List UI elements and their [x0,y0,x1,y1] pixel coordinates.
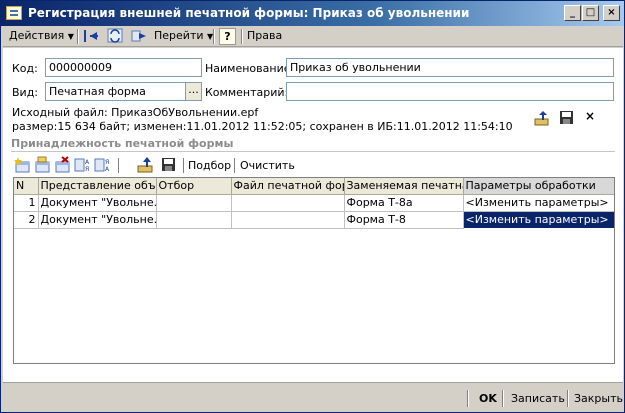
name-label: Наименование: [205,62,295,75]
sort-descending-icon[interactable]: Я A [94,156,112,174]
comment-label: Комментарий: [205,86,289,99]
toolbar-separator [213,29,215,44]
code-value: 000000009 [49,61,112,74]
svg-text:A: A [85,159,90,166]
toolbar-separator [118,158,120,173]
form-body: Код: 000000009 Наименование: Приказ об у… [3,48,623,382]
load-file-icon[interactable] [534,110,551,127]
column-header-replaced[interactable]: Заменяемая печатна... [344,178,464,195]
goto-menu-label: Перейти [154,29,204,42]
footer-separator [567,390,569,407]
cell-file[interactable] [231,194,345,212]
cell-replaced[interactable]: Форма Т-8а [344,194,464,212]
clear-button[interactable]: Очистить [240,159,295,172]
go-to-icon[interactable] [131,28,148,44]
refresh-icon[interactable] [107,28,124,44]
section-divider [11,151,615,152]
cell-n[interactable]: 1 [14,194,39,212]
command-bar: Действия ▼ Перейти ▼ ? Права [3,26,623,47]
table-row[interactable]: 1 Документ "Увольне... Форма Т-8а <Измен… [14,194,614,212]
rights-button[interactable]: Права [247,27,282,46]
section-title: Принадлежность печатной формы [11,137,234,150]
help-icon[interactable]: ? [219,28,236,45]
code-label: Код: [12,62,38,75]
cell-file[interactable] [231,211,345,229]
svg-text:Я: Я [85,166,89,173]
cell-filter[interactable] [156,194,232,212]
copy-row-icon[interactable] [34,156,52,174]
close-window-button[interactable]: × [603,5,620,21]
select-button[interactable]: ... [185,83,201,100]
table-row[interactable]: 2 Документ "Увольне... Форма Т-8 <Измени… [14,210,614,229]
delete-icon[interactable]: × [585,109,595,123]
footer-separator [467,390,469,407]
comment-field[interactable] [286,82,614,101]
footer-separator [502,390,504,407]
svg-text:A: A [105,166,110,173]
cell-object[interactable]: Документ "Увольне... [38,211,157,229]
maximize-button[interactable]: □ [582,5,599,21]
dialog-footer: OK Записать Закрыть [3,382,623,412]
source-file-info: Исходный файл: ПриказОбУвольнении.epf [12,106,259,119]
sort-ascending-icon[interactable]: A Я [74,156,92,174]
add-row-icon[interactable] [14,156,32,174]
table-header-row: N Представление объ... Отбор Файл печатн… [14,178,614,195]
name-value: Приказ об увольнении [290,61,421,74]
cell-params-selected[interactable]: <Изменить параметры> [462,210,614,229]
ownership-table[interactable]: N Представление объ... Отбор Файл печатн… [13,177,615,364]
goto-menu[interactable]: Перейти ▼ [154,27,213,46]
pick-button[interactable]: Подбор [188,159,231,172]
actions-menu-label: Действия [9,29,65,42]
column-header-params[interactable]: Параметры обработки [463,178,614,195]
cell-n[interactable]: 2 [14,211,39,229]
save-file-icon[interactable] [160,156,178,174]
cell-filter[interactable] [156,211,232,229]
toolbar-separator [183,158,185,173]
column-header-file[interactable]: Файл печатной фор... [231,178,345,195]
toolbar-separator [241,29,243,44]
close-button[interactable]: Закрыть [574,390,623,407]
file-size-info: размер:15 634 байт; изменен:11.01.2012 1… [12,120,513,133]
toolbar-separator [234,158,236,173]
svg-text:Я: Я [105,159,109,166]
kind-value: Печатная форма [49,85,146,98]
window-title: Регистрация внешней печатной формы: Прик… [28,6,470,20]
title-bar[interactable]: Регистрация внешней печатной формы: Прик… [1,1,624,26]
save-button[interactable]: Записать [511,390,565,407]
cell-params[interactable]: <Изменить параметры> [463,194,614,212]
actions-menu[interactable]: Действия ▼ [9,27,74,46]
kind-label: Вид: [12,86,39,99]
column-header-n[interactable]: N [14,178,39,195]
load-file-icon[interactable] [137,156,155,174]
toolbar-separator [77,29,79,44]
cell-object[interactable]: Документ "Увольне... [38,194,157,212]
delete-row-icon[interactable] [54,156,72,174]
kind-field[interactable]: Печатная форма ... [45,82,202,101]
name-field[interactable]: Приказ об увольнении [286,58,614,77]
back-arrow-icon[interactable] [83,28,100,44]
column-header-object[interactable]: Представление объ... [38,178,157,195]
dialog-window: Регистрация внешней печатной формы: Прик… [0,0,625,413]
code-field[interactable]: 000000009 [45,58,202,77]
column-header-filter[interactable]: Отбор [156,178,232,195]
cell-replaced[interactable]: Форма Т-8 [344,211,464,229]
minimize-button[interactable]: _ [564,5,581,21]
save-file-icon[interactable] [559,110,574,125]
form-icon [6,6,22,20]
chevron-down-icon: ▼ [67,32,74,41]
ok-button[interactable]: OK [479,390,497,407]
